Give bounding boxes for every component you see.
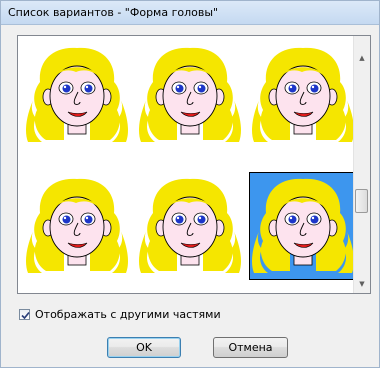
window-title: Список вариантов - "Форма головы"	[8, 6, 219, 19]
checkmark-icon	[21, 311, 30, 319]
face-icon	[139, 178, 241, 273]
variant-tile[interactable]	[24, 42, 130, 148]
variant-tile[interactable]	[137, 173, 243, 279]
vertical-scrollbar[interactable]: ▲ ▼	[353, 36, 370, 293]
face-icon	[26, 47, 128, 142]
cancel-button[interactable]: Отмена	[213, 337, 288, 358]
face-icon	[26, 178, 128, 273]
face-icon	[252, 47, 354, 142]
variant-tile[interactable]	[24, 173, 130, 279]
arrow-up-icon[interactable]: ▲	[354, 50, 370, 66]
face-icon	[252, 178, 354, 273]
variant-tile[interactable]	[249, 172, 357, 280]
variant-tile[interactable]	[250, 42, 356, 148]
show-with-parts-checkbox[interactable]	[19, 308, 30, 320]
title-bar: Список вариантов - "Форма головы"	[1, 1, 379, 25]
variant-tile[interactable]	[137, 42, 243, 148]
arrow-down-icon[interactable]: ▼	[354, 276, 370, 292]
scrollbar-thumb[interactable]	[355, 189, 368, 213]
variant-list-dialog: Список вариантов - "Форма головы" ▲ ▼ От…	[0, 0, 380, 368]
show-with-parts-option[interactable]: Отображать с другими частями	[19, 307, 221, 321]
show-with-parts-label: Отображать с другими частями	[35, 307, 221, 321]
variant-list[interactable]: ▲ ▼	[17, 35, 371, 294]
face-icon	[139, 47, 241, 142]
ok-button[interactable]: OK	[107, 337, 181, 358]
